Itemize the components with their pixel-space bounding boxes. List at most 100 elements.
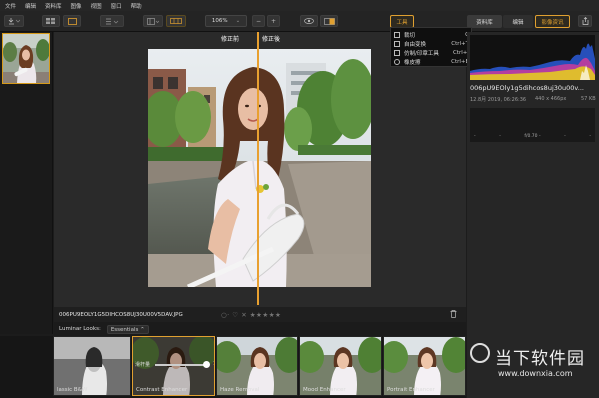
tools-label: 工具 — [396, 19, 408, 26]
menubar: 文件 编辑 资料库 图像 视图 窗口 帮助 — [0, 0, 599, 11]
tab-info-label: 影像资讯 — [541, 19, 564, 26]
watermark: 当下软件园 www.downxia.com — [470, 342, 599, 394]
zoom-value: 106% — [211, 18, 228, 24]
before-label: 修正前 — [221, 36, 240, 43]
exif-box: - - f/0.70 - - - — [470, 108, 595, 142]
main-photo — [148, 49, 371, 287]
zoom-select[interactable]: 106% ⌄ — [205, 15, 247, 27]
watermark-text: 当下软件园 — [495, 349, 585, 369]
histogram-graph — [470, 43, 595, 80]
preview-button[interactable] — [300, 15, 318, 27]
presets-strip: lassic B&W 滑杆量 100 Contrast Enhancer Haz… — [0, 336, 466, 398]
menu-item-free-transform[interactable]: 自由变换 Ctrl+T — [391, 39, 471, 48]
info-filename: 006pU9EOly1g5dihcos8uj30u00v... — [470, 84, 584, 92]
menu-edit[interactable]: 编辑 — [25, 2, 36, 10]
preset-mood-enhancer[interactable]: Mood Enhancer — [299, 336, 382, 396]
preset-label: Contrast Enhancer — [136, 387, 188, 393]
exif-value: - — [589, 134, 591, 139]
watermark-logo-icon — [470, 343, 490, 363]
menu-view[interactable]: 视图 — [91, 2, 102, 10]
before-after-divider[interactable] — [257, 32, 259, 305]
grid-view-button[interactable] — [42, 15, 60, 27]
filmstrip-panel — [0, 32, 53, 334]
minus-icon: − — [255, 17, 262, 25]
tab-edit-label: 编辑 — [512, 19, 524, 26]
single-image-icon — [67, 17, 77, 25]
sort-list-icon — [106, 18, 119, 24]
preset-contrast-enhancer[interactable]: 滑杆量 100 Contrast Enhancer — [132, 336, 215, 396]
exif-row: - - f/0.70 - - - — [470, 134, 595, 139]
info-filesize: 57 KB — [581, 96, 596, 102]
looks-label: Luminar Looks: — [59, 326, 101, 332]
tab-library-label: 资料库 — [476, 19, 493, 26]
filmstrip-icon — [170, 18, 182, 24]
sort-button[interactable] — [100, 15, 124, 27]
chevron-down-icon: ⌄ — [235, 18, 241, 24]
tab-library[interactable]: 资料库 — [467, 15, 502, 28]
clone-stamp-label: 仿制/印章工具 — [404, 50, 439, 57]
tools-menu: 裁切 C 自由变换 Ctrl+T 仿制/印章工具 Ctrl+J 橡皮擦 Ctrl… — [390, 27, 472, 67]
grid-icon — [46, 18, 55, 24]
menu-item-eraser[interactable]: 橡皮擦 Ctrl+E — [391, 57, 471, 66]
thumbnail-photo — [3, 34, 50, 83]
import-button[interactable] — [4, 15, 24, 27]
menu-item-clone-stamp[interactable]: 仿制/印章工具 Ctrl+J — [391, 48, 471, 57]
preset-label: lassic B&W — [57, 387, 88, 393]
compare-button[interactable] — [320, 15, 338, 27]
layout-button[interactable] — [143, 15, 163, 27]
watermark-url: www.downxia.com — [498, 369, 573, 378]
exif-value: - — [564, 134, 566, 139]
crop-label: 裁切 — [404, 32, 416, 39]
preset-amount-value: 100 — [213, 361, 214, 367]
zoom-out-button[interactable]: − — [252, 15, 265, 27]
preset-classic-bw[interactable]: lassic B&W — [53, 336, 131, 396]
download-icon — [8, 18, 20, 25]
exif-aperture: f/0.70 - — [524, 134, 541, 139]
crop-icon — [394, 31, 400, 38]
eraser-icon — [394, 58, 400, 65]
exif-value: - — [474, 134, 476, 139]
filmstrip-button[interactable] — [166, 15, 186, 27]
share-button[interactable] — [578, 15, 592, 27]
preset-amount-knob[interactable] — [203, 361, 210, 368]
preset-label: Mood Enhancer — [303, 387, 346, 393]
menu-help[interactable]: 帮助 — [131, 2, 142, 10]
zoom-in-button[interactable]: + — [267, 15, 280, 27]
info-dimensions: 440 x 466px — [535, 96, 567, 102]
image-thumbnail[interactable] — [2, 33, 50, 84]
rating-stars[interactable]: ○· ♡ ✕ ★★★★★ — [221, 311, 281, 319]
histogram — [470, 35, 595, 80]
menu-item-crop[interactable]: 裁切 C — [391, 30, 471, 39]
info-date: 12.8月 2019, 06:26:36 — [470, 97, 527, 103]
preset-label: Haze Removal — [220, 387, 260, 393]
preset-haze-removal[interactable]: Haze Removal — [216, 336, 298, 396]
preset-amount-label: 滑杆量 — [135, 362, 151, 368]
menu-library[interactable]: 资料库 — [45, 2, 62, 10]
portrait-photo — [148, 49, 371, 287]
compare-icon — [323, 17, 335, 25]
menu-file[interactable]: 文件 — [5, 2, 16, 10]
eraser-label: 橡皮擦 — [404, 59, 421, 66]
image-filename: 006PU9EOLY1G5DIHCOS8UJ30U00V5DAV.JPG — [59, 311, 183, 318]
stamp-icon — [394, 49, 400, 56]
after-label: 修正後 — [262, 36, 281, 43]
trash-icon[interactable] — [450, 310, 457, 318]
tab-info[interactable]: 影像资讯 — [535, 15, 570, 28]
image-info-bar: 006PU9EOLY1G5DIHCOS8UJ30U00V5DAV.JPG ○· … — [54, 307, 466, 322]
eye-icon — [304, 18, 314, 24]
single-view-button[interactable] — [63, 15, 81, 27]
preset-portrait-enhancer[interactable]: Portrait Enhancer — [383, 336, 466, 396]
toolbar: 106% ⌄ − + 工具 资料库 编辑 影像资讯 — [0, 11, 599, 32]
looks-category-select[interactable]: Essentials ⌃ — [106, 324, 149, 334]
plus-icon: + — [270, 17, 277, 25]
free-transform-label: 自由变换 — [404, 41, 427, 48]
panel-layout-icon — [147, 17, 159, 25]
preset-label: Portrait Enhancer — [387, 387, 435, 393]
menu-image[interactable]: 图像 — [71, 2, 82, 10]
transform-icon — [394, 40, 400, 47]
share-icon — [582, 17, 588, 25]
menu-window[interactable]: 窗口 — [111, 2, 122, 10]
image-canvas[interactable]: 修正前 修正後 — [54, 32, 466, 307]
tab-edit[interactable]: 编辑 — [503, 15, 533, 28]
preset-amount-track[interactable] — [155, 364, 207, 366]
